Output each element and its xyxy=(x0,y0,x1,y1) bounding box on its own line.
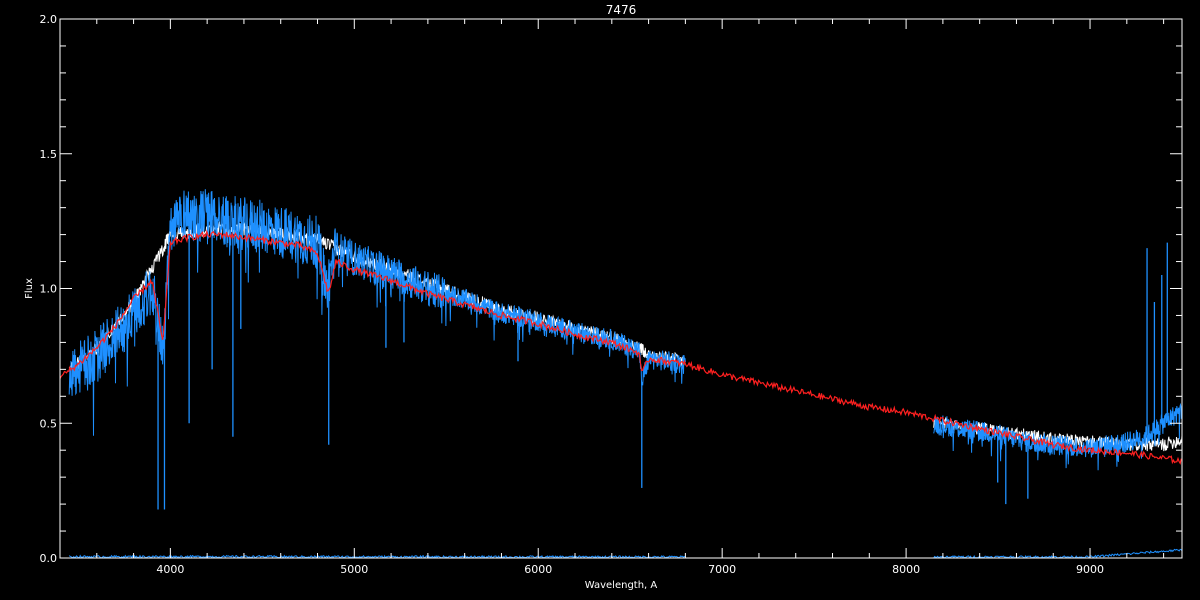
red-spectrum-segment-1 xyxy=(60,229,1182,465)
x-axis-title: Wavelength, A xyxy=(585,580,658,591)
x-tick-label: 6000 xyxy=(524,563,552,576)
x-tick-label: 7000 xyxy=(708,563,736,576)
y-tick-label: 1.5 xyxy=(40,148,58,161)
x-tick-label: 9000 xyxy=(1076,563,1104,576)
y-tick-label: 0.5 xyxy=(40,417,58,430)
x-tick-label: 8000 xyxy=(892,563,920,576)
blue-spectrum-segment-1 xyxy=(68,189,686,436)
axes-frame xyxy=(59,18,1183,559)
spectrum-chart: 4000 5000 6000 7000 8000 90000.00.51.01.52.0 … xyxy=(24,3,1183,591)
x-tick-label: 5000 xyxy=(340,563,368,576)
y-axis-title: Flux xyxy=(24,278,35,299)
x-tick-label: 4000 xyxy=(156,563,184,576)
chart-title: 7476 xyxy=(606,3,637,17)
series-layer xyxy=(60,189,1182,558)
y-tick-label: 0.0 xyxy=(40,552,58,565)
ticks-layer: 4000 5000 6000 7000 8000 9000 0.0 0.5 1.0 1.5 2.0 xyxy=(40,13,1182,576)
y-tick-label: 1.0 xyxy=(40,283,58,296)
error-spectrum-segment-2 xyxy=(933,548,1182,558)
y-tick-label: 2.0 xyxy=(40,13,58,26)
